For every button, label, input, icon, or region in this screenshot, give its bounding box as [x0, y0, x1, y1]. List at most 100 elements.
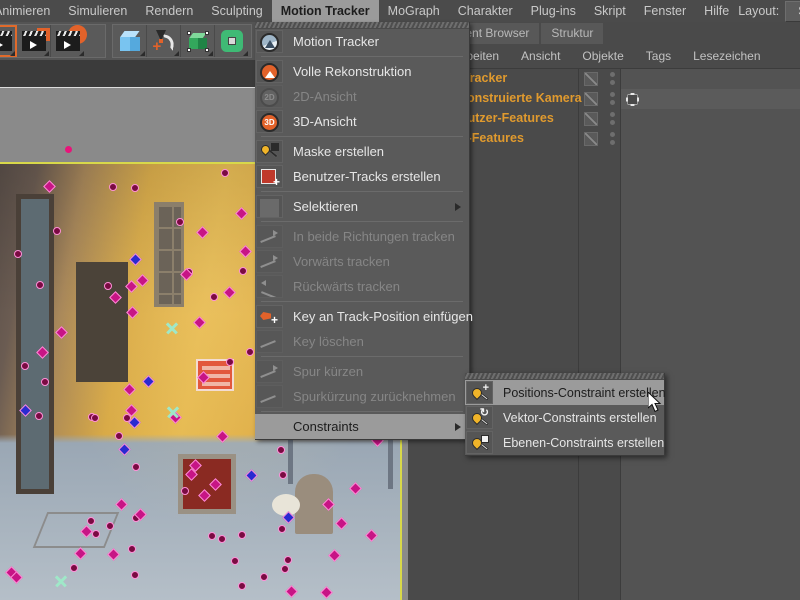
- delete-key-icon: [256, 330, 283, 353]
- visibility-dots[interactable]: [610, 92, 616, 108]
- submenu-item-vektor-constraints-erstellen[interactable]: ↻ Vektor-Constraints erstellen: [465, 405, 664, 430]
- toolbar-group-objects: +: [112, 24, 252, 58]
- menubar-item-hilfe[interactable]: Hilfe: [695, 0, 738, 22]
- menu-item-maske-erstellen[interactable]: Maske erstellen: [255, 139, 469, 164]
- motion-tracker-icon: [256, 30, 283, 53]
- menu-item-motion-tracker[interactable]: Motion Tracker: [255, 29, 469, 54]
- menu-item-benutzer-tracks-erstellen[interactable]: Benutzer-Tracks erstellen: [255, 164, 469, 189]
- menu-item-in-beide-richtungen-tracken: In beide Richtungen tracken: [255, 224, 469, 249]
- menu-item-key-an-track-position-einfuegen[interactable]: + Key an Track-Position einfügen: [255, 304, 469, 329]
- tag-icon[interactable]: [584, 72, 598, 86]
- clapper-play-button[interactable]: [0, 25, 17, 57]
- om-menu-objekte[interactable]: Objekte: [571, 49, 634, 63]
- menubar-item-skript[interactable]: Skript: [585, 0, 635, 22]
- motion-tracker-dropdown-menu[interactable]: Motion Tracker Volle Rekonstruktion 2D 2…: [255, 22, 470, 440]
- tracker-marker[interactable]: [278, 525, 286, 533]
- om-tag-cell[interactable]: [582, 89, 606, 109]
- tracker-marker[interactable]: [208, 532, 216, 540]
- corner-marker-icon: [243, 51, 248, 56]
- menu-separator: [261, 301, 463, 302]
- menubar-item-motion-tracker[interactable]: Motion Tracker: [272, 0, 379, 22]
- menu-item-3d-ansicht[interactable]: 3D 3D-Ansicht: [255, 109, 469, 134]
- tracker-marker[interactable]: [231, 557, 239, 565]
- tracker-marker[interactable]: [35, 412, 43, 420]
- menu-item-spurkuerzung-zuruecknehmen: Spurkürzung zurücknehmen: [255, 384, 469, 409]
- tracker-marker-selected[interactable]: [168, 407, 177, 416]
- tracker-marker[interactable]: [104, 282, 112, 290]
- object-manager-menubar: Bearbeiten Ansicht Objekte Tags Lesezeic…: [430, 46, 800, 66]
- om-menu-tags[interactable]: Tags: [635, 49, 682, 63]
- menubar-item-sculpting[interactable]: Sculpting: [202, 0, 271, 22]
- layout-selector[interactable]: Start: [785, 1, 800, 22]
- tracker-marker[interactable]: [239, 267, 247, 275]
- constraints-submenu[interactable]: + Positions-Constraint erstellen ↻ Vekto…: [465, 373, 665, 456]
- visibility-dots[interactable]: [610, 72, 616, 88]
- table-row[interactable]: on Tracker: [430, 69, 800, 89]
- clapper-settings-button[interactable]: [51, 25, 85, 57]
- submenu-item-ebenen-constraints-erstellen[interactable]: Ebenen-Constraints erstellen: [465, 430, 664, 455]
- generator-cube-button[interactable]: [181, 25, 215, 57]
- tracker-marker-selected[interactable]: [56, 576, 65, 585]
- object-manager[interactable]: on Tracker konstruierte Kamera nutzer-Fe…: [430, 68, 800, 600]
- corner-marker-icon: [208, 51, 213, 56]
- footage-dark-panel: [76, 262, 128, 382]
- menu-tearoff-handle[interactable]: [255, 22, 469, 29]
- submenu-item-positions-constraint-erstellen[interactable]: + Positions-Constraint erstellen: [465, 380, 664, 405]
- tracker-marker[interactable]: [131, 184, 139, 192]
- menubar-item-mograph[interactable]: MoGraph: [379, 0, 449, 22]
- tracker-marker[interactable]: [279, 471, 287, 479]
- tracker-marker[interactable]: [210, 293, 218, 301]
- clapper-render-region-button[interactable]: [17, 25, 51, 57]
- visibility-dots[interactable]: [610, 132, 616, 148]
- tag-icon[interactable]: [584, 132, 598, 146]
- menubar-item-rendern[interactable]: Rendern: [136, 0, 202, 22]
- tracker-marker[interactable]: [87, 517, 95, 525]
- tag-icon[interactable]: [584, 112, 598, 126]
- tracker-marker[interactable]: [221, 169, 229, 177]
- om-tag-cell[interactable]: [582, 69, 606, 89]
- tag-icon[interactable]: [584, 92, 598, 106]
- tracker-marker-selected[interactable]: [167, 323, 176, 332]
- tracker-marker[interactable]: [284, 556, 292, 564]
- om-menu-lesezeichen[interactable]: Lesezeichen: [682, 49, 771, 63]
- track-bidir-icon: [256, 225, 283, 248]
- menubar-item-animieren[interactable]: Animieren: [0, 0, 59, 22]
- table-row[interactable]: konstruierte Kamera: [430, 89, 800, 109]
- tab-struktur[interactable]: Struktur: [541, 23, 603, 44]
- menubar-item-plugins[interactable]: Plug-ins: [522, 0, 585, 22]
- cube-primitive-button[interactable]: [113, 25, 147, 57]
- om-tag-cell[interactable]: [582, 109, 606, 129]
- menubar-item-charakter[interactable]: Charakter: [449, 0, 522, 22]
- tracker-marker[interactable]: [109, 183, 117, 191]
- tracker-marker[interactable]: [176, 218, 184, 226]
- tracker-marker[interactable]: [21, 362, 29, 370]
- corner-marker-icon: [44, 51, 49, 56]
- visibility-dots[interactable]: [610, 112, 616, 128]
- view-2d-icon: 2D: [256, 85, 283, 108]
- spline-pen-button[interactable]: +: [147, 25, 181, 57]
- menubar-item-fenster[interactable]: Fenster: [635, 0, 695, 22]
- menu-item-label: Selektieren: [283, 199, 358, 214]
- camera-tag-icon[interactable]: [626, 93, 639, 106]
- menu-item-constraints[interactable]: Constraints: [255, 414, 469, 439]
- menu-separator: [261, 56, 463, 57]
- menu-item-label: Benutzer-Tracks erstellen: [283, 169, 441, 184]
- add-key-icon: +: [256, 305, 283, 328]
- menu-item-selektieren[interactable]: Selektieren: [255, 194, 469, 219]
- submenu-tearoff-handle[interactable]: [465, 373, 664, 380]
- tracker-marker[interactable]: [131, 571, 139, 579]
- tracker-marker[interactable]: [218, 535, 226, 543]
- corner-marker-icon: [10, 51, 15, 56]
- om-tag-cell[interactable]: [582, 129, 606, 149]
- menubar-item-simulieren[interactable]: Simulieren: [59, 0, 136, 22]
- table-row[interactable]: nutzer-Features: [430, 109, 800, 129]
- deformer-button[interactable]: [215, 25, 249, 57]
- menu-separator: [261, 136, 463, 137]
- om-menu-ansicht[interactable]: Ansicht: [510, 49, 571, 63]
- vector-constraint-icon: ↻: [466, 406, 493, 429]
- tracker-marker[interactable]: [36, 281, 44, 289]
- menu-separator: [261, 221, 463, 222]
- footage-door: [16, 194, 54, 494]
- menu-item-volle-rekonstruktion[interactable]: Volle Rekonstruktion: [255, 59, 469, 84]
- table-row[interactable]: o-Features: [430, 129, 800, 149]
